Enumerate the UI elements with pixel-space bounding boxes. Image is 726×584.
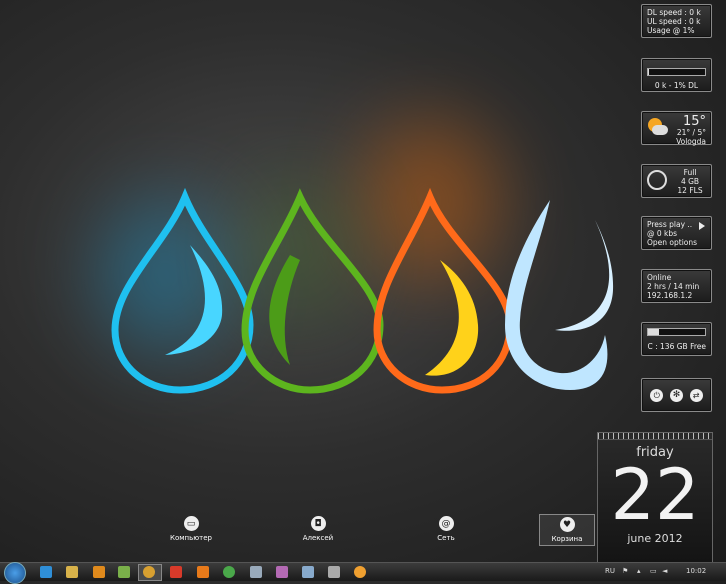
- play-icon[interactable]: [699, 222, 705, 230]
- opera-icon[interactable]: [170, 566, 182, 578]
- dl-speed-text: DL speed : 0 k: [647, 8, 701, 17]
- media-player-gadget[interactable]: Press play .. @ 0 kbs Open options: [641, 216, 712, 250]
- recycle-icon: [647, 170, 667, 190]
- cloudy-sun-icon: [646, 118, 668, 136]
- monitor-icon[interactable]: ▭: [650, 567, 657, 575]
- flag-icon[interactable]: ⚑: [622, 567, 628, 575]
- drive-space-gadget[interactable]: C : 136 GB Free: [641, 322, 712, 356]
- media-icon[interactable]: [93, 566, 105, 578]
- snowflake-icon[interactable]: ✻: [669, 388, 683, 402]
- elements-wallpaper-art: [111, 187, 614, 394]
- download-progress-bar: [647, 68, 706, 76]
- online-status: Online: [647, 273, 672, 282]
- recycle-files: 12 FLS: [677, 186, 703, 195]
- notes-icon[interactable]: [276, 566, 288, 578]
- network-icon: @: [438, 516, 454, 531]
- utorrent-icon[interactable]: [223, 566, 235, 578]
- firefox-icon[interactable]: [354, 566, 366, 578]
- ul-speed-text: UL speed : 0 k: [647, 17, 701, 26]
- desktop-icon-network[interactable]: @ Сеть: [411, 516, 481, 542]
- power-icon[interactable]: ⏻: [650, 388, 664, 402]
- calendar-date: 22: [610, 454, 700, 536]
- start-button[interactable]: [4, 562, 26, 584]
- network-speed-gadget[interactable]: DL speed : 0 k UL speed : 0 k Usage @ 1%: [641, 4, 712, 38]
- drive-usage-bar: [647, 328, 706, 336]
- desktop-icon-label: Алексей: [302, 534, 334, 542]
- language-indicator[interactable]: RU: [605, 567, 615, 575]
- drive-label: C : 136 GB Free: [647, 342, 707, 351]
- desktop-icon-recycle-bin[interactable]: ♥ Корзина: [539, 514, 595, 546]
- player-line3: Open options: [647, 238, 698, 247]
- explorer-icon[interactable]: [66, 566, 78, 578]
- recycle-bin-gadget[interactable]: Full 4 GB 12 FLS: [641, 164, 712, 198]
- computer-icon: ▭: [183, 516, 199, 531]
- plane-icon[interactable]: [250, 566, 262, 578]
- weather-gadget[interactable]: 15° 21° / 5° Vologda: [641, 111, 712, 146]
- switch-icon[interactable]: ⇄: [689, 388, 703, 402]
- player-line1: Press play ..: [647, 220, 693, 229]
- recycle-size: 4 GB: [680, 177, 700, 186]
- player-line2: @ 0 kbs: [647, 229, 678, 238]
- calendar-binding: [598, 433, 712, 440]
- uptime-gadget[interactable]: Online 2 hrs / 14 min 192.168.1.2: [641, 269, 712, 303]
- volume-icon[interactable]: ◄: [662, 567, 667, 575]
- clock[interactable]: 10:02: [686, 567, 706, 575]
- power-gadget[interactable]: ⏻ ✻ ⇄: [641, 378, 712, 412]
- air-drop-icon: [505, 200, 608, 390]
- download-meter-gadget[interactable]: 0 k - 1% DL: [641, 58, 712, 92]
- settings-icon[interactable]: [328, 566, 340, 578]
- water-drop-icon: [111, 187, 254, 394]
- tools-icon[interactable]: [302, 566, 314, 578]
- usage-text: Usage @ 1%: [647, 26, 695, 35]
- user-folder-icon: ◘: [310, 516, 326, 531]
- taskbar: RU ⚑ ▴ ▭ ◄ 10:02: [0, 562, 726, 584]
- calendar-gadget[interactable]: friday 22 june 2012: [597, 432, 713, 564]
- desktop-icon-label: Сеть: [437, 534, 455, 542]
- recycle-status: Full: [683, 168, 697, 177]
- word-icon[interactable]: [197, 566, 209, 578]
- chrome-icon[interactable]: [143, 566, 155, 578]
- weather-city: Vologda: [676, 137, 706, 146]
- desktop-icon-label: Компьютер: [170, 534, 212, 542]
- leaf-drop-icon: [241, 188, 384, 394]
- desktop-icon-label: Корзина: [551, 535, 583, 543]
- desktop-icon-computer[interactable]: ▭ Компьютер: [156, 516, 226, 542]
- ie-icon[interactable]: [40, 566, 52, 578]
- ip-address: 192.168.1.2: [647, 291, 693, 300]
- arrow-icon[interactable]: ▴: [637, 567, 641, 575]
- app-icon[interactable]: [118, 566, 130, 578]
- download-meter-label: 0 k - 1% DL: [654, 81, 699, 90]
- uptime-text: 2 hrs / 14 min: [647, 282, 700, 291]
- recycle-bin-icon: ♥: [559, 517, 575, 532]
- desktop-icon-user-folder[interactable]: ◘ Алексей: [283, 516, 353, 542]
